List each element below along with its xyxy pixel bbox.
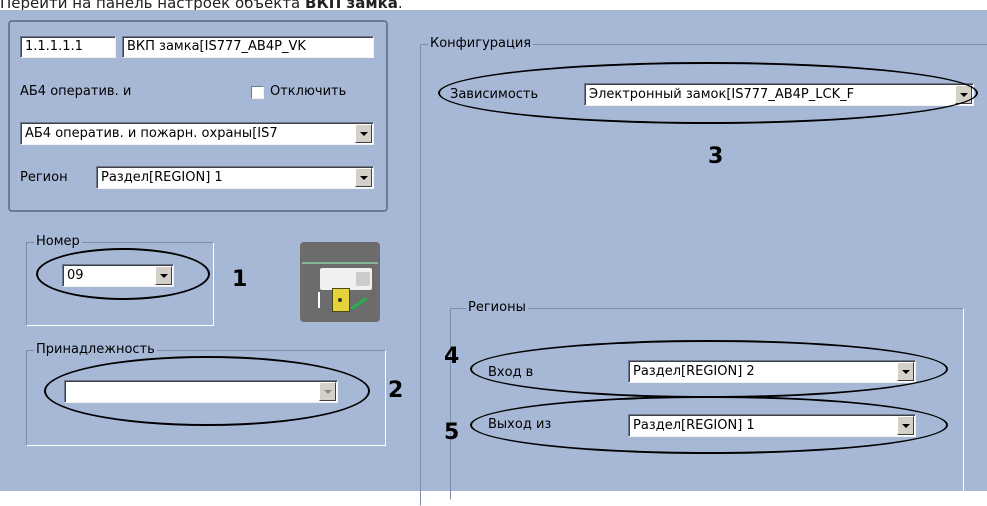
regions-group bbox=[450, 308, 964, 500]
number-combo-value: 09 bbox=[67, 268, 84, 283]
parent-combo-dropdown-button[interactable] bbox=[355, 124, 372, 143]
chevron-down-icon bbox=[360, 176, 368, 180]
callout-number-4: 4 bbox=[444, 344, 460, 369]
exit-label: Выход из bbox=[488, 417, 552, 432]
chevron-down-icon bbox=[902, 424, 910, 428]
entry-region-combo-value: Раздел[REGION] 2 bbox=[633, 364, 755, 379]
number-group-legend: Номер bbox=[34, 234, 82, 249]
callout-number-2: 2 bbox=[388, 378, 404, 403]
chevron-down-icon bbox=[902, 370, 910, 374]
object-name-field[interactable]: ВКП замка[IS777_AB4P_VK bbox=[122, 36, 374, 58]
exit-region-dropdown-button[interactable] bbox=[897, 416, 914, 435]
dependency-combo[interactable]: Электронный замок[IS777_AB4P_LCK_F bbox=[584, 83, 974, 106]
disable-label: Отключить bbox=[270, 84, 347, 99]
parent-combo[interactable]: АБ4 оператив. и пожарн. охраны[IS7 bbox=[20, 122, 374, 145]
region-combo-dropdown-button[interactable] bbox=[355, 168, 372, 187]
disable-checkbox[interactable] bbox=[251, 86, 264, 99]
entry-region-dropdown-button[interactable] bbox=[897, 362, 914, 381]
object-id-field[interactable]: 1.1.1.1.1 bbox=[20, 36, 116, 58]
number-combo[interactable]: 09 bbox=[62, 264, 174, 287]
dependency-combo-dropdown-button[interactable] bbox=[955, 85, 972, 104]
lock-device-icon bbox=[300, 242, 380, 322]
region-combo[interactable]: Раздел[REGION] 1 bbox=[96, 166, 374, 189]
membership-combo-dropdown-button[interactable] bbox=[319, 382, 336, 401]
callout-number-1: 1 bbox=[232, 267, 248, 292]
settings-panel: 1.1.1.1.1 ВКП замка[IS777_AB4P_VK АБ4 оп… bbox=[0, 10, 987, 506]
parent-combo-value: АБ4 оператив. и пожарн. охраны[IS7 bbox=[25, 126, 278, 141]
dependency-label: Зависимость bbox=[450, 87, 539, 102]
chevron-down-icon bbox=[360, 132, 368, 136]
parent-label: АБ4 оператив. и bbox=[20, 84, 132, 99]
dependency-combo-value: Электронный замок[IS777_AB4P_LCK_F bbox=[589, 87, 855, 102]
region-combo-value: Раздел[REGION] 1 bbox=[101, 170, 223, 185]
region-label: Регион bbox=[20, 170, 68, 185]
configuration-group-legend: Конфигурация bbox=[428, 36, 534, 51]
exit-region-combo[interactable]: Раздел[REGION] 1 bbox=[628, 414, 916, 437]
chevron-down-icon bbox=[324, 390, 332, 394]
entry-label: Вход в bbox=[488, 365, 534, 380]
chevron-down-icon bbox=[960, 93, 968, 97]
callout-number-3: 3 bbox=[708, 144, 724, 169]
regions-group-legend: Регионы bbox=[466, 300, 528, 315]
membership-combo[interactable] bbox=[64, 380, 338, 403]
entry-region-combo[interactable]: Раздел[REGION] 2 bbox=[628, 360, 916, 383]
chevron-down-icon bbox=[160, 274, 168, 278]
exit-region-combo-value: Раздел[REGION] 1 bbox=[633, 418, 755, 433]
number-combo-dropdown-button[interactable] bbox=[155, 266, 172, 285]
callout-number-5: 5 bbox=[444, 420, 460, 445]
membership-group-legend: Принадлежность bbox=[34, 342, 157, 357]
